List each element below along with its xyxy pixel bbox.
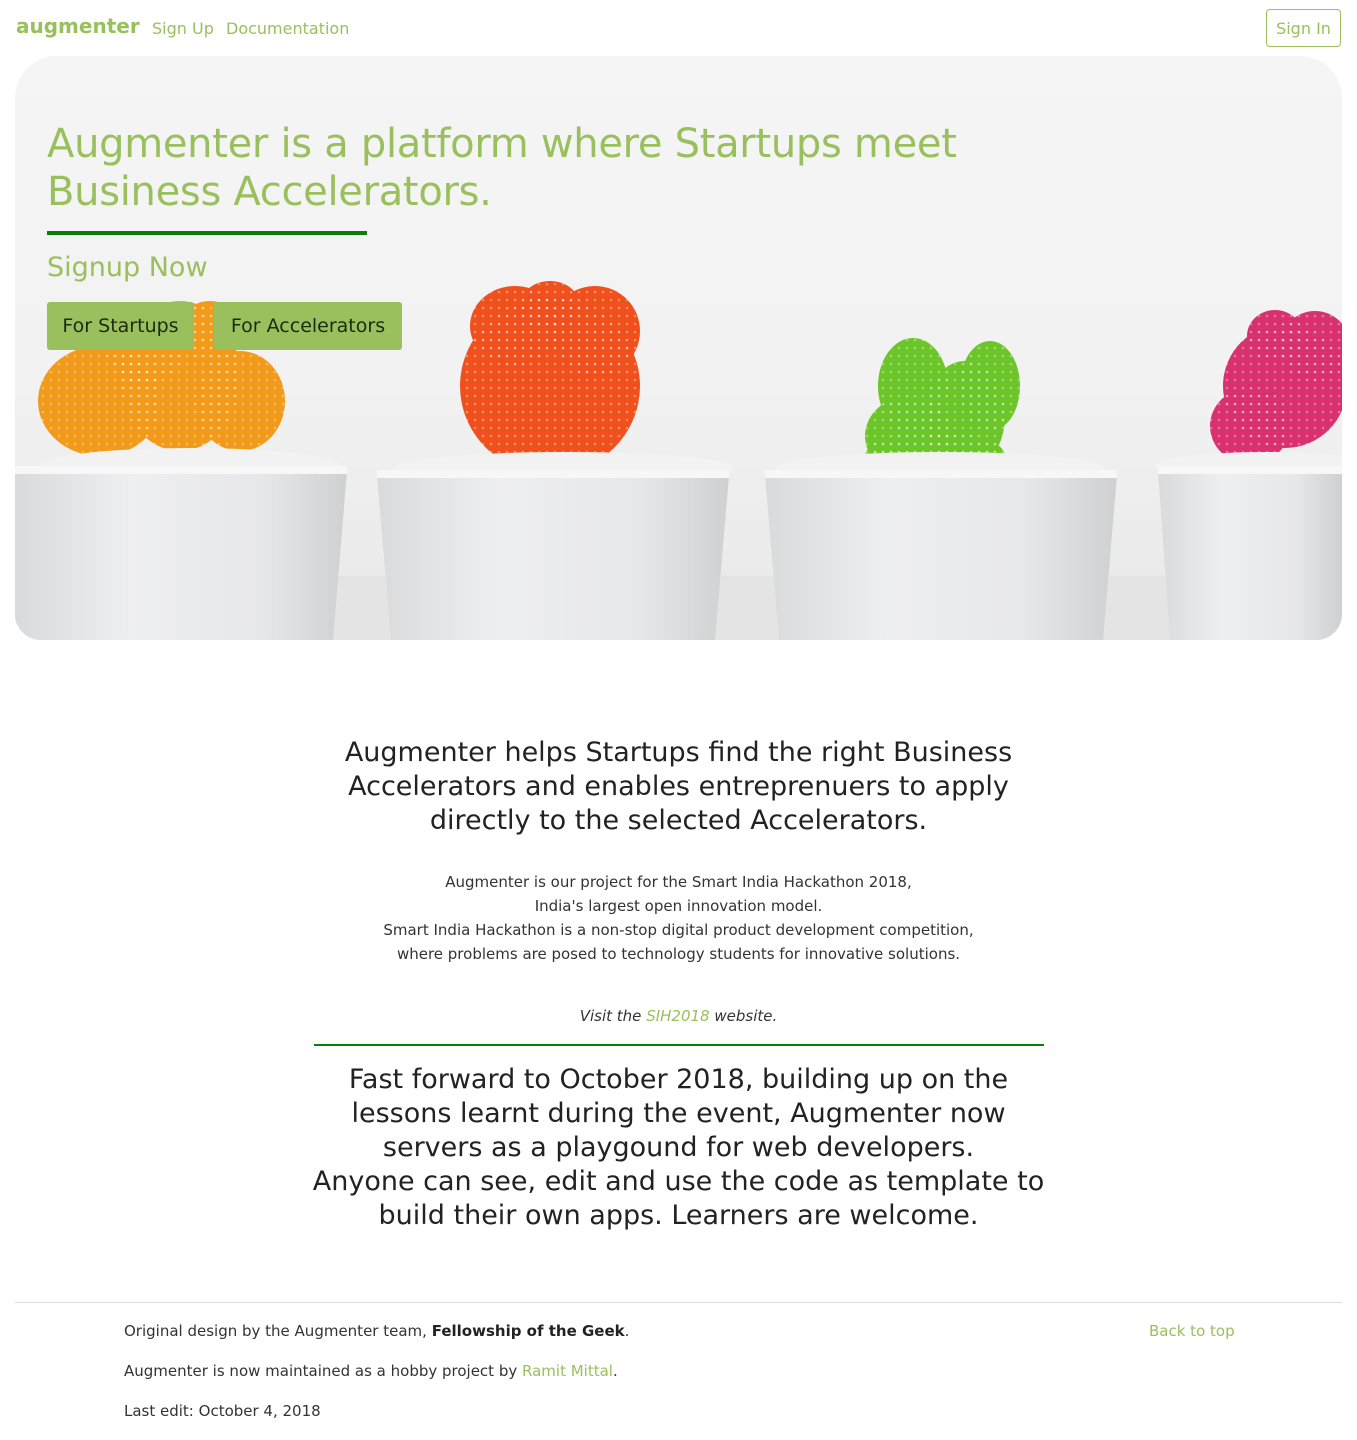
maintainer-prefix: Augmenter is now maintained as a hobby p… <box>124 1362 518 1380</box>
sign-in-button[interactable]: Sign In <box>1266 9 1341 47</box>
red-cactus-pot <box>377 281 735 640</box>
pink-cactus-pot <box>1155 310 1342 640</box>
info-paragraph: Augmenter is our project for the Smart I… <box>300 870 1057 966</box>
update-line: Fast forward to October 2018, building u… <box>348 1064 1009 1163</box>
hero-divider <box>47 231 367 235</box>
nav-link-sign-up[interactable]: Sign Up <box>152 19 214 38</box>
maintainer-link[interactable]: Ramit Mittal <box>522 1362 613 1380</box>
info-line: where problems are posed to technology s… <box>396 945 961 963</box>
content-divider <box>314 1044 1044 1046</box>
green-cactus-pot <box>765 338 1117 640</box>
sih2018-link[interactable]: SIH2018 <box>646 1007 709 1025</box>
lead-paragraph: Augmenter helps Startups find the right … <box>344 737 1013 836</box>
credits-suffix: . <box>624 1322 630 1340</box>
team-name: Fellowship of the Geek <box>431 1322 625 1340</box>
info-line: Smart India Hackathon is a non-stop digi… <box>383 921 974 939</box>
credits-prefix: Original design by the Augmenter team, <box>124 1322 427 1340</box>
hero-title: Augmenter is a platform where Startups m… <box>47 121 957 215</box>
brand-logo[interactable]: augmenter <box>16 14 140 38</box>
update-line: Anyone can see, edit and use the code as… <box>312 1166 1045 1231</box>
orange-cactus-pot <box>15 301 347 640</box>
for-startups-button[interactable]: For Startups <box>47 302 194 350</box>
visit-prefix: Visit the <box>579 1007 642 1025</box>
for-accelerators-button[interactable]: For Accelerators <box>214 302 402 350</box>
nav-link-documentation[interactable]: Documentation <box>226 19 349 38</box>
last-edit: Last edit: October 4, 2018 <box>124 1402 321 1420</box>
visit-line: Visit the SIH2018 website. <box>300 1007 1057 1025</box>
update-paragraph: Fast forward to October 2018, building u… <box>300 1063 1057 1233</box>
visit-suffix: website. <box>714 1007 778 1025</box>
maintainer-suffix: . <box>612 1362 618 1380</box>
info-line: Augmenter is our project for the Smart I… <box>445 873 912 891</box>
footer-credits: Original design by the Augmenter team, F… <box>124 1322 629 1340</box>
back-to-top-link[interactable]: Back to top <box>1149 1322 1235 1340</box>
navbar: augmenter Sign Up Documentation Sign In <box>0 0 1357 56</box>
info-line: India's largest open innovation model. <box>534 897 823 915</box>
hero-banner: Augmenter is a platform where Startups m… <box>15 56 1342 640</box>
signup-heading: Signup Now <box>47 252 208 283</box>
footer-divider <box>15 1302 1342 1303</box>
footer-maintainer: Augmenter is now maintained as a hobby p… <box>124 1362 618 1380</box>
